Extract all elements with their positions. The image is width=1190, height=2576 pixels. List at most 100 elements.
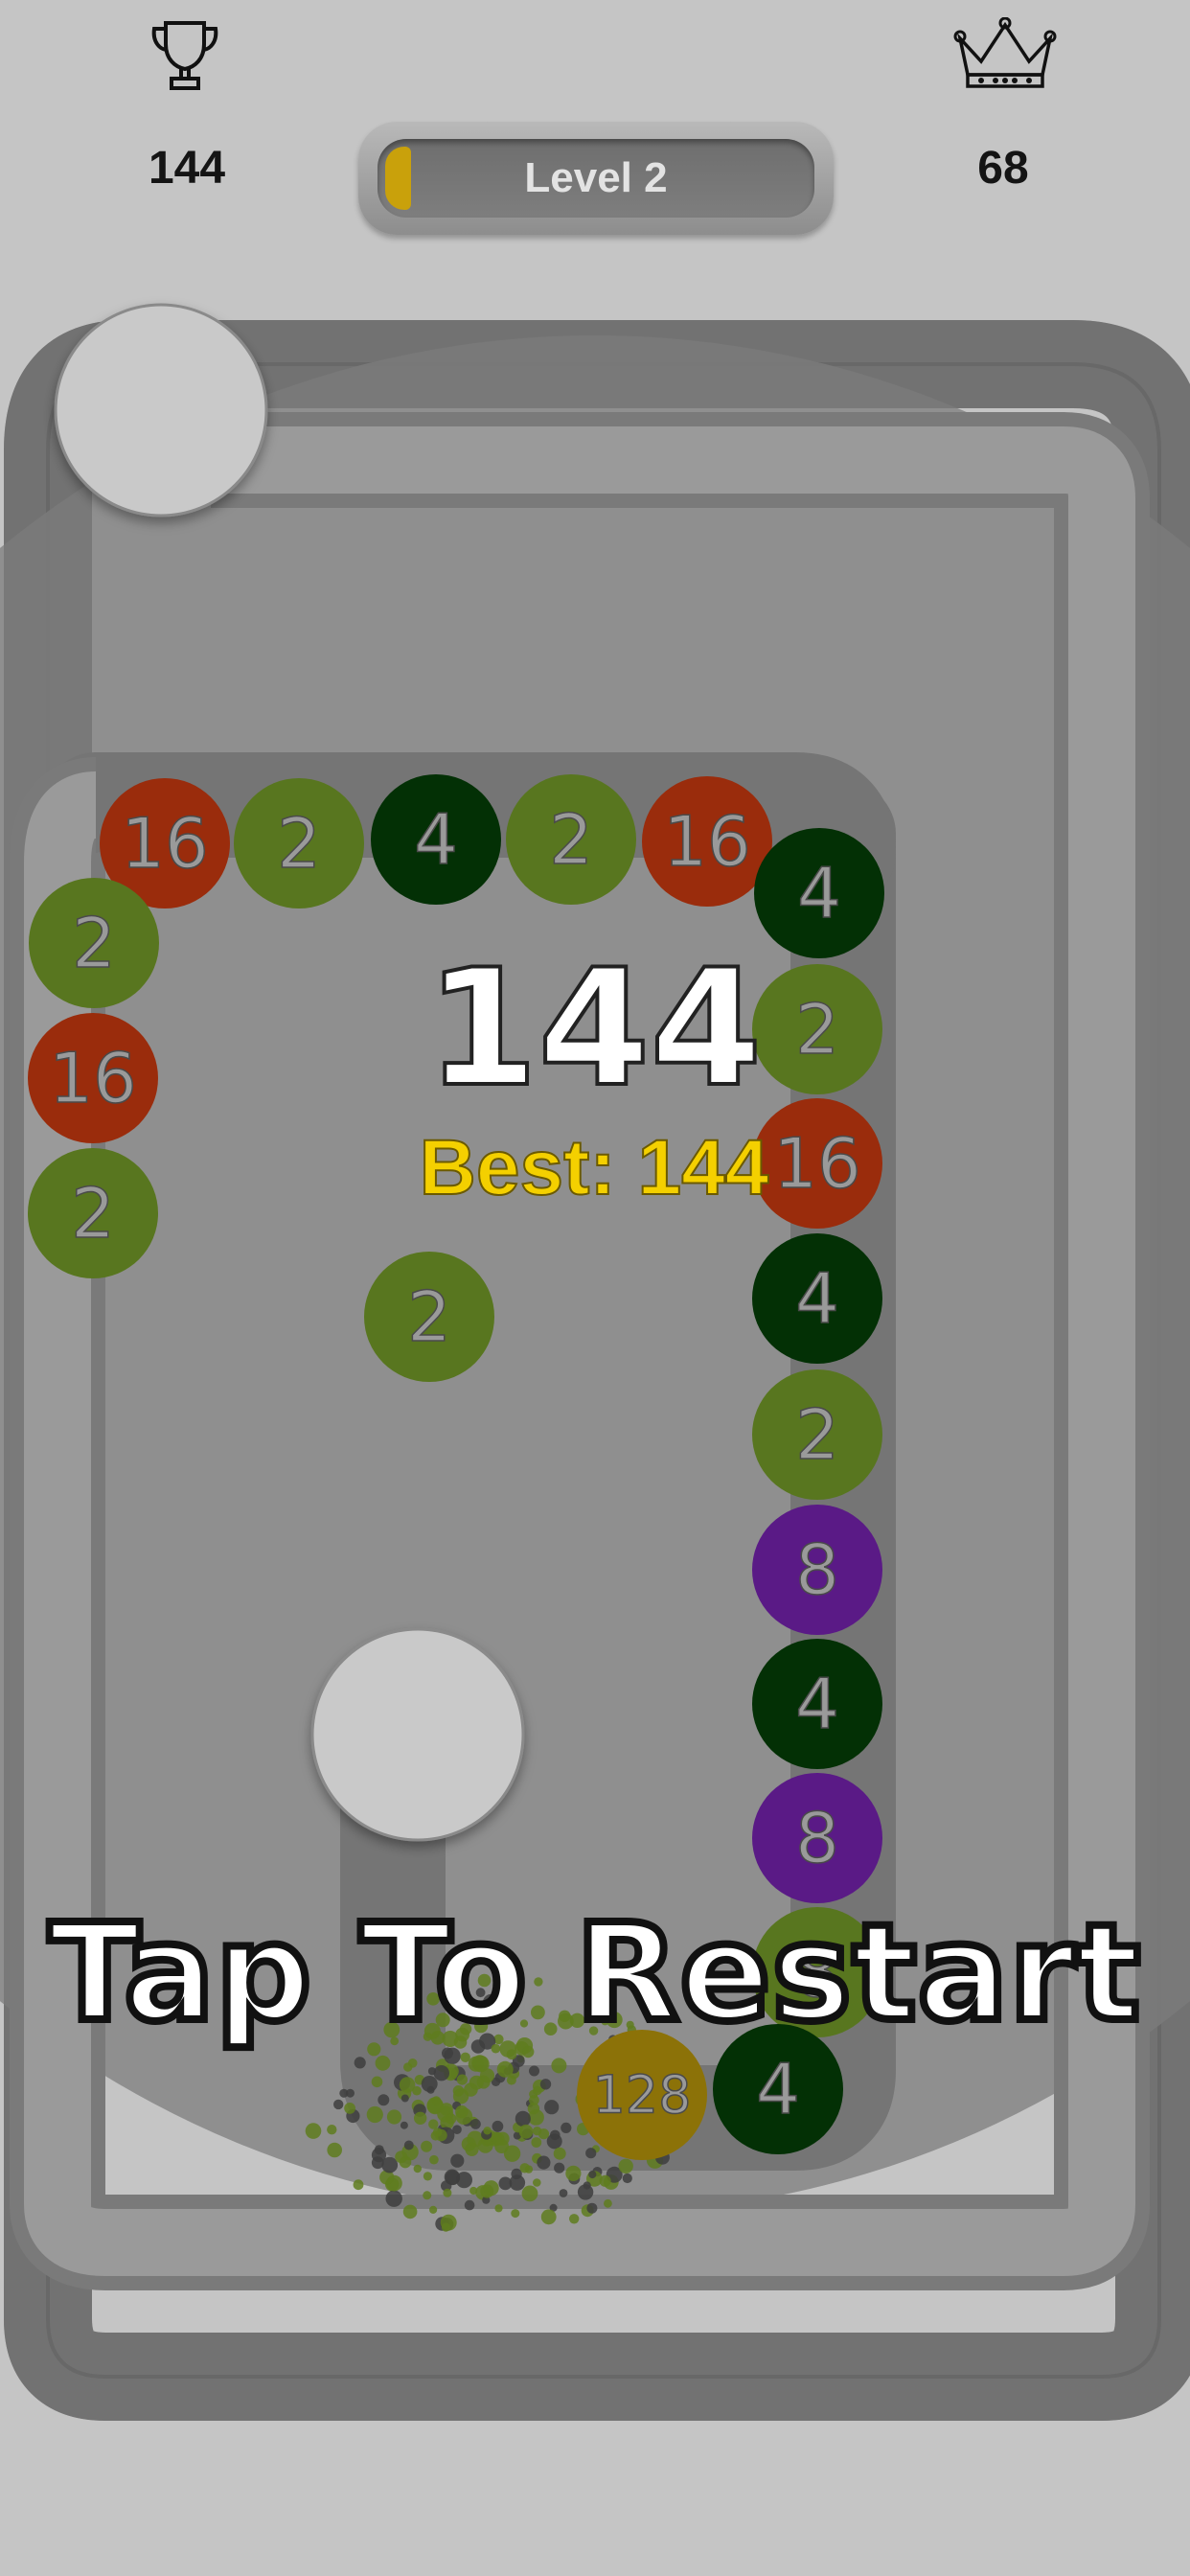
splash-particle bbox=[471, 2055, 489, 2072]
splash-particle bbox=[537, 2155, 551, 2170]
splash-particle bbox=[305, 2123, 322, 2139]
chain-ball: 2 bbox=[29, 878, 159, 1008]
chain-ball: 16 bbox=[28, 1013, 158, 1143]
splash-particle bbox=[412, 2085, 422, 2096]
final-score: 144 bbox=[424, 932, 765, 1124]
level-label: Level 2 bbox=[524, 154, 668, 201]
splash-particle bbox=[483, 2180, 499, 2196]
splash-particle bbox=[444, 2169, 461, 2185]
splash-particle bbox=[519, 2163, 530, 2174]
splash-particle bbox=[511, 2209, 520, 2219]
chain-ball: 2 bbox=[752, 1369, 882, 1500]
chain-ball: 16 bbox=[642, 776, 772, 907]
splash-particle bbox=[529, 2065, 539, 2077]
chain-ball-value: 128 bbox=[592, 2065, 691, 2126]
splash-particle bbox=[464, 2199, 475, 2211]
splash-particle bbox=[540, 2209, 557, 2225]
splash-particle bbox=[492, 2120, 504, 2132]
crown-value: 68 bbox=[977, 143, 1029, 194]
chain-ball: 2 bbox=[28, 1148, 158, 1278]
game-screen[interactable]: 16 2 4 2 16 4 2 16 4 2 8 4 8 8 4 128 2 16 2 2 144 Level 2 bbox=[0, 0, 1190, 2576]
splash-particle bbox=[423, 2191, 432, 2200]
splash-particle bbox=[483, 2127, 492, 2135]
chain-ball-value: 4 bbox=[795, 1258, 839, 1339]
splash-particle bbox=[443, 2188, 452, 2197]
splash-particle bbox=[565, 2165, 582, 2181]
chain-ball: 4 bbox=[752, 1233, 882, 1364]
splash-particle bbox=[402, 2204, 418, 2220]
splash-particle bbox=[353, 2179, 364, 2191]
chain-ball-value: 16 bbox=[663, 801, 751, 882]
chain-ball: 8 bbox=[752, 1773, 882, 1903]
best-score: Best: 144 bbox=[419, 1123, 770, 1212]
splash-particle bbox=[421, 2140, 433, 2152]
game-board[interactable]: 16 2 4 2 164216428488412821622 bbox=[0, 0, 1190, 2576]
chain-ball-value: 2 bbox=[71, 1173, 115, 1254]
splash-particle bbox=[569, 2214, 580, 2224]
splash-particle bbox=[518, 2124, 534, 2139]
splash-particle bbox=[455, 2104, 469, 2119]
chain-ball-value: 16 bbox=[49, 1038, 137, 1118]
chain-ball-value: 2 bbox=[795, 1394, 839, 1475]
splash-particle bbox=[366, 2105, 383, 2124]
splash-particle bbox=[452, 2085, 465, 2097]
splash-particle bbox=[354, 2057, 366, 2069]
splash-particle bbox=[604, 2198, 612, 2208]
splash-particle bbox=[503, 2145, 521, 2162]
splash-particle bbox=[618, 2158, 633, 2174]
splash-particle bbox=[413, 2164, 422, 2174]
splash-particle bbox=[456, 2074, 468, 2085]
splash-particle bbox=[577, 2184, 594, 2200]
chain-ball: 8 bbox=[752, 1505, 882, 1635]
chain-ball: 4 bbox=[752, 1639, 882, 1769]
splash-particle bbox=[452, 2125, 462, 2134]
splash-particle bbox=[531, 2137, 542, 2148]
splash-particle bbox=[469, 2075, 484, 2090]
splash-particle bbox=[403, 2140, 414, 2150]
splash-particle bbox=[494, 2204, 503, 2213]
splash-particle bbox=[498, 2176, 513, 2191]
splash-particle bbox=[533, 2178, 541, 2187]
shooter-ball[interactable]: 2 bbox=[364, 1252, 494, 1382]
splash-particle bbox=[553, 2147, 566, 2160]
splash-particle bbox=[371, 2156, 384, 2170]
splash-particle bbox=[375, 2055, 391, 2071]
splash-particle bbox=[374, 2145, 384, 2155]
splash-particle bbox=[533, 2085, 542, 2096]
high-score-value: 144 bbox=[148, 143, 226, 194]
splash-particle bbox=[414, 2111, 427, 2125]
splash-particle bbox=[450, 2153, 465, 2168]
splash-particle bbox=[546, 2133, 562, 2150]
chain-ball: 4 bbox=[371, 774, 501, 905]
splash-particle bbox=[515, 2110, 531, 2127]
splash-particle bbox=[538, 2128, 550, 2140]
splash-particle bbox=[381, 2156, 399, 2174]
trophy-icon bbox=[147, 17, 223, 94]
splash-particle bbox=[435, 2128, 447, 2142]
chain-ball-value: 4 bbox=[795, 1664, 839, 1744]
splash-particle bbox=[437, 2105, 454, 2123]
splash-particle bbox=[400, 2121, 408, 2129]
splash-particle bbox=[395, 2150, 408, 2164]
splash-particle bbox=[470, 2119, 481, 2129]
splash-particle bbox=[551, 2058, 567, 2074]
splash-particle bbox=[423, 2172, 432, 2181]
chain-ball-value: 2 bbox=[72, 903, 116, 983]
splash-particle bbox=[386, 2109, 402, 2125]
chain-ball-value: 8 bbox=[795, 1530, 839, 1610]
splash-particle bbox=[333, 2099, 344, 2110]
splash-particle bbox=[561, 2122, 572, 2133]
splash-particle bbox=[529, 2095, 539, 2105]
restart-prompt[interactable]: Tap To Restart bbox=[0, 1892, 1190, 2056]
splash-particle bbox=[465, 2142, 479, 2156]
splash-particle bbox=[440, 2214, 457, 2231]
splash-particle bbox=[403, 2062, 413, 2072]
chain-ball-value: 16 bbox=[121, 803, 209, 884]
chain-ball-value: 4 bbox=[797, 853, 841, 933]
track-end-hole bbox=[310, 1627, 525, 1842]
splash-particle bbox=[544, 2100, 560, 2115]
splash-particle bbox=[521, 2185, 538, 2202]
splash-particle bbox=[539, 2079, 552, 2090]
splash-particle bbox=[599, 2174, 611, 2187]
splash-particle bbox=[371, 2076, 383, 2088]
